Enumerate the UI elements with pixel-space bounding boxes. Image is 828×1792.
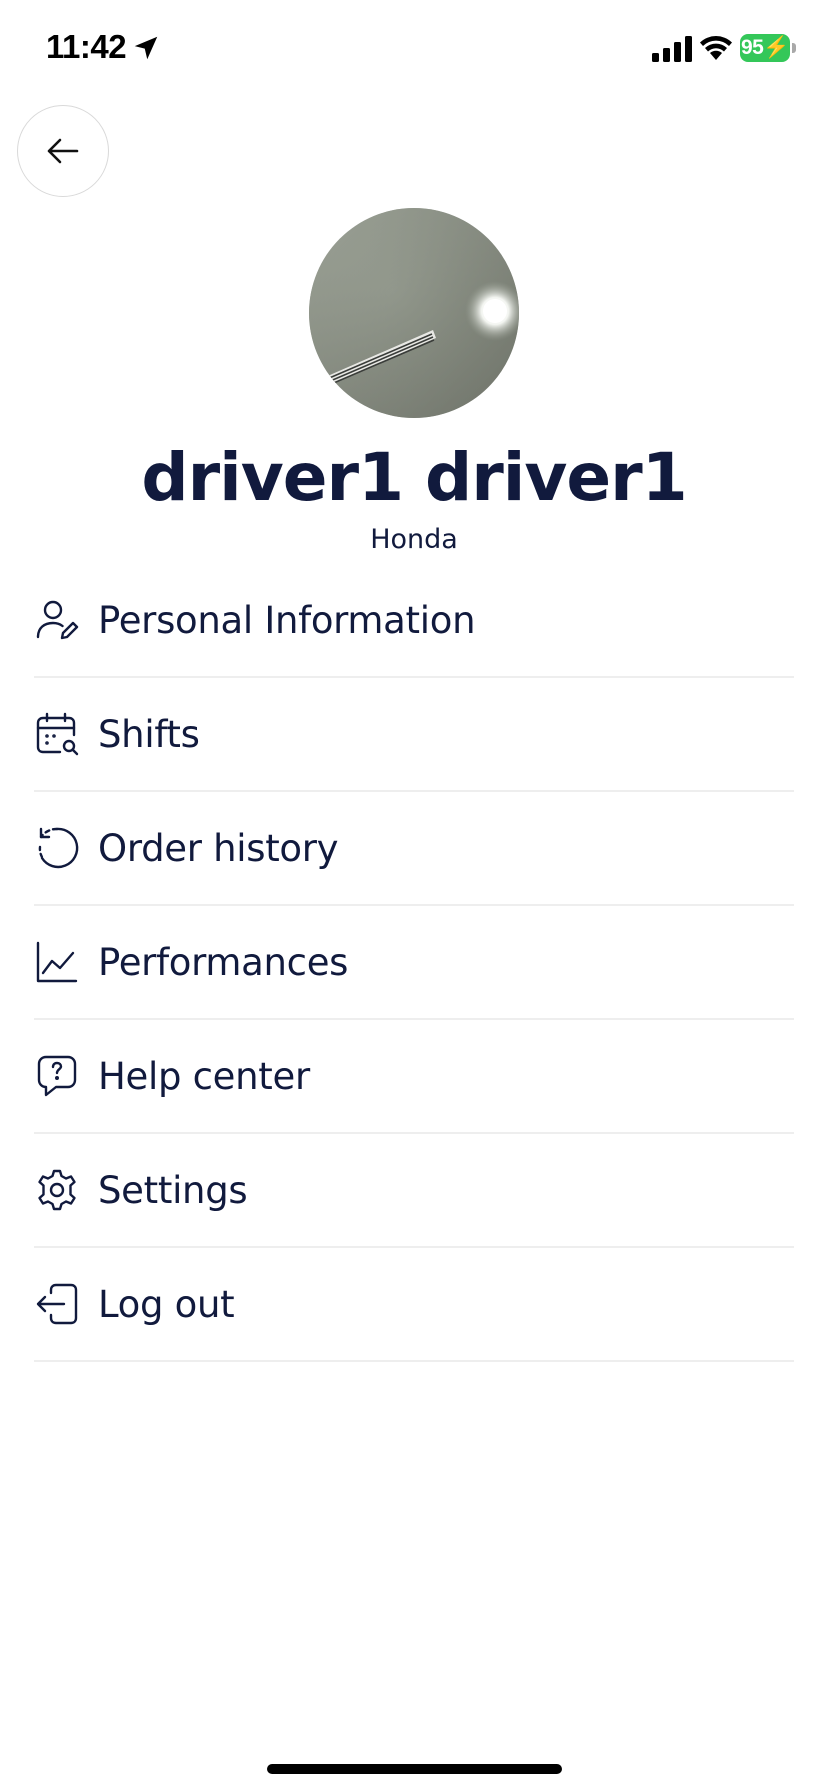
menu-item-settings[interactable]: Settings <box>34 1134 794 1248</box>
menu-item-label: Order history <box>98 826 339 870</box>
profile-vehicle: Honda <box>370 524 458 555</box>
battery-nub <box>792 43 796 53</box>
menu-item-label: Log out <box>98 1282 235 1326</box>
menu-item-label: Shifts <box>98 712 200 756</box>
calendar-search-icon <box>34 711 80 757</box>
chart-line-icon <box>34 939 80 985</box>
history-icon <box>34 825 80 871</box>
status-time: 11:42 <box>46 28 127 65</box>
menu-item-label: Performances <box>98 940 349 984</box>
profile-name: driver1 driver1 <box>141 439 687 516</box>
back-button[interactable] <box>17 105 109 197</box>
profile-menu: Personal Information Shifts Order histor… <box>34 564 794 1362</box>
menu-item-shifts[interactable]: Shifts <box>34 678 794 792</box>
menu-item-label: Help center <box>98 1054 310 1098</box>
menu-item-order-history[interactable]: Order history <box>34 792 794 906</box>
avatar[interactable] <box>309 208 519 418</box>
user-edit-icon <box>34 597 80 643</box>
menu-item-help-center[interactable]: Help center <box>34 1020 794 1134</box>
home-indicator[interactable] <box>267 1764 562 1774</box>
location-arrow-icon <box>134 36 158 60</box>
status-bar: 11:42 95⚡ <box>0 0 828 100</box>
menu-item-personal-information[interactable]: Personal Information <box>34 564 794 678</box>
avatar-photo <box>309 208 519 418</box>
arrow-left-icon <box>47 138 79 164</box>
help-chat-icon <box>34 1053 80 1099</box>
menu-item-label: Personal Information <box>98 598 476 642</box>
menu-item-performances[interactable]: Performances <box>34 906 794 1020</box>
cellular-signal-icon <box>652 36 692 62</box>
charging-bolt-icon: ⚡ <box>763 36 789 59</box>
logout-icon <box>34 1281 80 1327</box>
menu-item-log-out[interactable]: Log out <box>34 1248 794 1362</box>
battery-level: 95 <box>740 36 764 59</box>
menu-item-label: Settings <box>98 1168 248 1212</box>
battery-icon: 95⚡ <box>740 34 790 62</box>
wifi-icon <box>700 36 732 60</box>
gear-icon <box>34 1167 80 1213</box>
